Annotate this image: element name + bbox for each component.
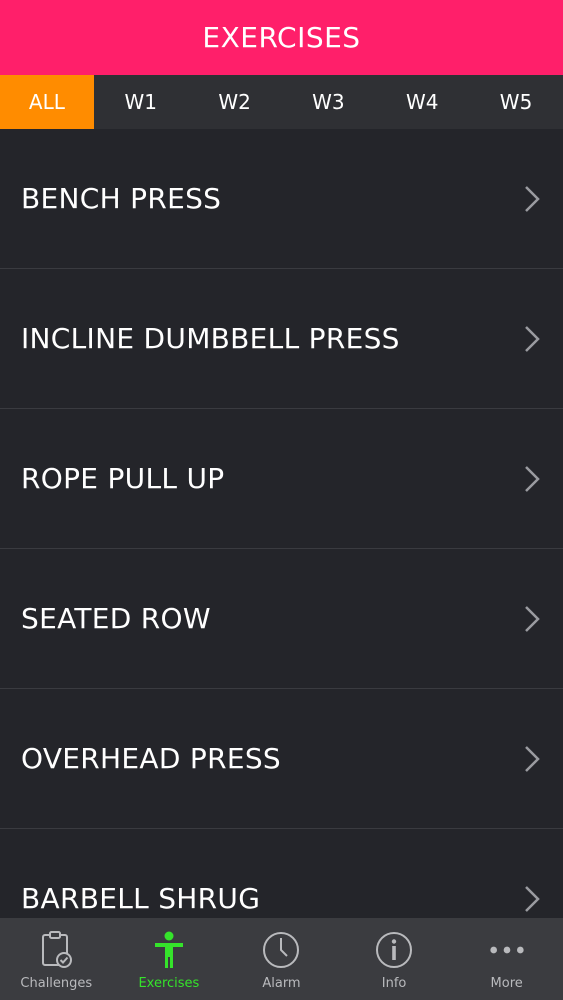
chevron-right-icon <box>525 605 540 632</box>
chevron-right-icon <box>525 185 540 212</box>
exercise-list: BENCH PRESS INCLINE DUMBBELL PRESS ROPE … <box>0 129 563 918</box>
exercise-label: ROPE PULL UP <box>21 462 225 495</box>
tab-label: Alarm <box>262 976 301 991</box>
exercise-label: INCLINE DUMBBELL PRESS <box>21 322 400 355</box>
info-icon <box>374 930 414 970</box>
tab-exercises[interactable]: Exercises <box>113 918 226 1000</box>
page-title: EXERCISES <box>202 21 361 54</box>
list-item[interactable]: ROPE PULL UP <box>0 409 563 549</box>
exercise-label: OVERHEAD PRESS <box>21 742 281 775</box>
filter-tabs: ALL W1 W2 W3 W4 W5 <box>0 75 563 129</box>
filter-tab-w1[interactable]: W1 <box>94 75 188 129</box>
list-item[interactable]: INCLINE DUMBBELL PRESS <box>0 269 563 409</box>
list-item[interactable]: SEATED ROW <box>0 549 563 689</box>
clipboard-check-icon <box>36 930 76 970</box>
tab-label: Exercises <box>138 976 200 991</box>
exercise-label: BENCH PRESS <box>21 182 222 215</box>
tab-label: More <box>490 976 523 991</box>
filter-tab-w5[interactable]: W5 <box>469 75 563 129</box>
bottom-tab-bar: Challenges Exercises Alarm Info More <box>0 918 563 1000</box>
filter-tab-w3[interactable]: W3 <box>281 75 375 129</box>
chevron-right-icon <box>525 325 540 352</box>
list-item[interactable]: BENCH PRESS <box>0 129 563 269</box>
more-dots-icon <box>487 930 527 970</box>
person-icon <box>149 930 189 970</box>
app-header: EXERCISES <box>0 0 563 75</box>
filter-tab-w4[interactable]: W4 <box>375 75 469 129</box>
filter-tab-w2[interactable]: W2 <box>188 75 282 129</box>
tab-label: Challenges <box>20 976 93 991</box>
exercise-label: SEATED ROW <box>21 602 211 635</box>
tab-info[interactable]: Info <box>338 918 451 1000</box>
list-item[interactable]: BARBELL SHRUG <box>0 829 563 918</box>
chevron-right-icon <box>525 465 540 492</box>
tab-challenges[interactable]: Challenges <box>0 918 113 1000</box>
exercise-label: BARBELL SHRUG <box>21 882 261 915</box>
filter-tab-all[interactable]: ALL <box>0 75 94 129</box>
tab-alarm[interactable]: Alarm <box>225 918 338 1000</box>
chevron-right-icon <box>525 745 540 772</box>
chevron-right-icon <box>525 885 540 912</box>
tab-more[interactable]: More <box>450 918 563 1000</box>
list-item[interactable]: OVERHEAD PRESS <box>0 689 563 829</box>
tab-label: Info <box>381 976 407 991</box>
clock-icon <box>261 930 301 970</box>
